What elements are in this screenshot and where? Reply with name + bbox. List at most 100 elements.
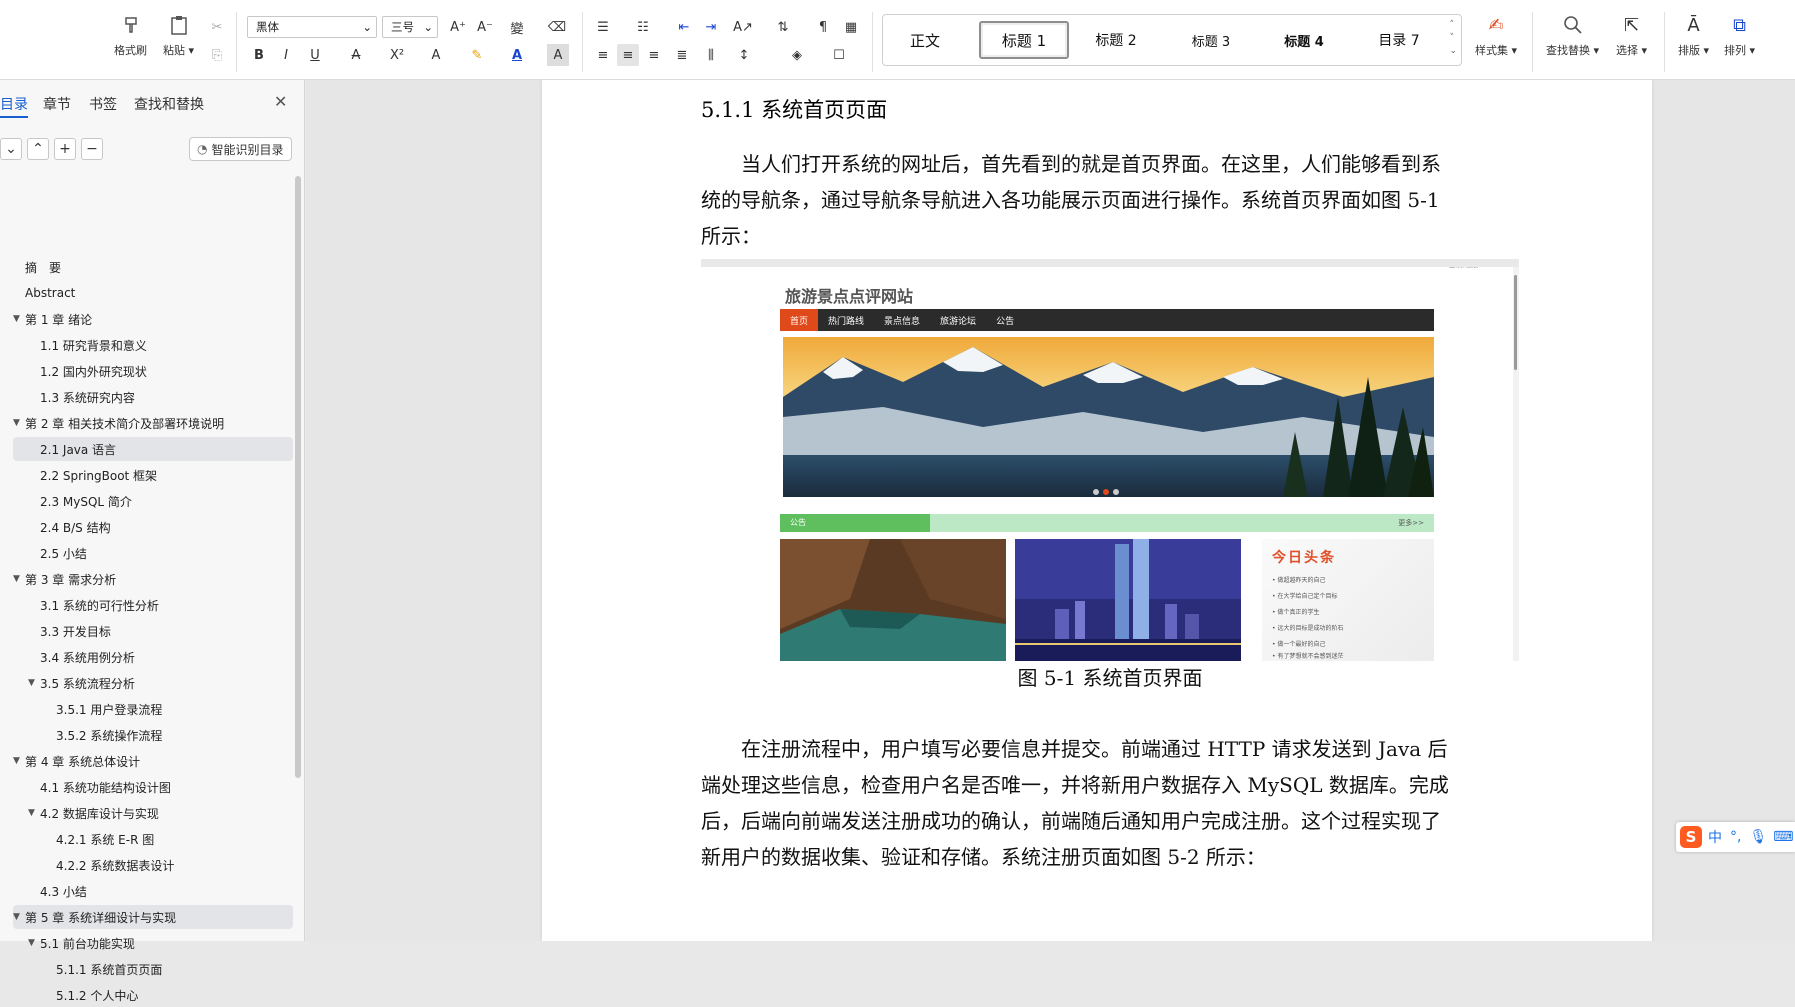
gallery-scroll-icon[interactable]: ˄ ˅ ⌄ — [1449, 19, 1457, 58]
shrink-font-icon[interactable]: A⁻ — [474, 16, 496, 38]
align-left-icon[interactable]: ≡ — [592, 44, 614, 66]
add-heading-button[interactable]: + — [54, 138, 76, 160]
toc-item[interactable]: 3.5.2 系统操作流程 — [13, 723, 293, 747]
remove-heading-button[interactable]: − — [81, 138, 103, 160]
toc-item[interactable]: 3.4 系统用例分析 — [13, 645, 293, 669]
close-icon[interactable]: ✕ — [274, 92, 287, 111]
toc-item[interactable]: ▼ 第 3 章 需求分析 — [13, 567, 293, 591]
toc-item[interactable]: Abstract — [13, 281, 293, 305]
ime-toolbar[interactable]: S 中 °, 🎙 ⌨ — [1676, 822, 1795, 852]
format-painter-button[interactable]: 格式刷 — [114, 12, 147, 58]
toc-item[interactable]: 4.2.2 系统数据表设计 — [13, 853, 293, 877]
border-icon[interactable]: ☐ — [828, 44, 850, 66]
microphone-icon[interactable]: 🎙 — [1749, 829, 1767, 845]
find-replace-button[interactable]: 查找替换 ▾ — [1546, 12, 1599, 58]
toc-item[interactable]: 1.2 国内外研究现状 — [13, 359, 293, 383]
numbered-list-icon[interactable]: ☷ — [632, 16, 654, 38]
toc-item[interactable]: 2.2 SpringBoot 框架 — [13, 463, 293, 487]
tab-sections[interactable]: 章节 — [43, 94, 71, 114]
ime-language[interactable]: 中 — [1708, 827, 1722, 847]
select-button[interactable]: ⇱ 选择 ▾ — [1616, 12, 1647, 58]
align-right-icon[interactable]: ≡ — [643, 44, 665, 66]
toc-item[interactable]: 2.5 小结 — [13, 541, 293, 565]
clear-format-icon[interactable]: ⌫ — [546, 16, 568, 38]
expand-caret-icon[interactable]: ▼ — [13, 912, 20, 922]
toc-item[interactable]: 3.5.1 用户登录流程 — [13, 697, 293, 721]
superscript-icon[interactable]: X² — [386, 44, 408, 66]
strikethrough-icon[interactable]: A — [345, 44, 367, 66]
toc-scrollbar[interactable] — [295, 176, 301, 778]
toc-item[interactable]: 4.3 小结 — [13, 879, 293, 903]
style-set-button[interactable]: ✍ 样式集 ▾ — [1475, 12, 1517, 58]
phonetic-guide-icon[interactable]: 變 — [506, 16, 528, 38]
expand-caret-icon[interactable]: ▼ — [13, 756, 20, 766]
highlighter-icon[interactable]: ✎ — [466, 44, 488, 66]
keyboard-icon[interactable]: ⌨ — [1773, 829, 1793, 845]
style-normal[interactable]: 正文 — [891, 21, 959, 59]
collapse-up-button[interactable]: ⌃ — [27, 138, 49, 160]
line-spacing-icon[interactable]: ↕ — [733, 44, 755, 66]
toc-item[interactable]: 1.1 研究背景和意义 — [13, 333, 293, 357]
expand-caret-icon[interactable]: ▼ — [13, 314, 20, 324]
style-heading-3[interactable]: 标题 3 — [1170, 21, 1252, 59]
tab-find-replace[interactable]: 查找和替换 — [134, 94, 204, 114]
justify-icon[interactable]: ≣ — [671, 44, 693, 66]
cut-icon[interactable]: ✂ — [206, 16, 228, 38]
decrease-indent-icon[interactable]: ⇤ — [673, 16, 695, 38]
underline-icon[interactable]: U — [304, 44, 326, 66]
font-size-select[interactable]: 三号 ⌄ — [382, 16, 438, 38]
text-effect-icon[interactable]: A — [425, 44, 447, 66]
distribute-icon[interactable]: ⫼ — [700, 44, 722, 66]
char-shading-icon[interactable]: A — [547, 44, 569, 66]
style-heading-1[interactable]: 标题 1 — [979, 21, 1069, 59]
font-color-icon[interactable]: A — [506, 44, 528, 66]
toc-item[interactable]: 2.4 B/S 结构 — [13, 515, 293, 539]
style-heading-4[interactable]: 标题 4 — [1263, 21, 1345, 59]
toc-item[interactable]: 4.1 系统功能结构设计图 — [13, 775, 293, 799]
bold-icon[interactable]: B — [248, 44, 270, 66]
ime-punctuation[interactable]: °, — [1730, 829, 1741, 845]
toc-item[interactable]: 3.3 开发目标 — [13, 619, 293, 643]
toc-item[interactable]: ▼ 5.1 前台功能实现 — [13, 931, 293, 955]
font-name-select[interactable]: 黑体 ⌄ — [247, 16, 377, 38]
italic-icon[interactable]: I — [275, 44, 297, 66]
toc-item[interactable]: ▼ 第 5 章 系统详细设计与实现 — [13, 905, 293, 929]
toc-item[interactable]: 摘 要 — [13, 255, 293, 279]
toc-item[interactable]: ▼ 第 1 章 绪论 — [13, 307, 293, 331]
sort-icon[interactable]: ⇅ — [772, 16, 794, 38]
toc-item[interactable]: 3.1 系统的可行性分析 — [13, 593, 293, 617]
toc-item[interactable]: 5.1.2 个人中心 — [13, 983, 293, 1007]
style-toc-7[interactable]: 目录 7 — [1358, 21, 1440, 59]
toc-item[interactable]: 2.1 Java 语言 — [13, 437, 293, 461]
expand-caret-icon[interactable]: ▼ — [28, 808, 35, 818]
expand-caret-icon[interactable]: ▼ — [13, 574, 20, 584]
paste-button[interactable]: 粘贴 ▾ — [163, 12, 194, 58]
expand-caret-icon[interactable]: ▼ — [13, 418, 20, 428]
arrange-button[interactable]: ⧉ 排列 ▾ — [1724, 12, 1755, 58]
toc-item[interactable]: 1.3 系统研究内容 — [13, 385, 293, 409]
toc-item[interactable]: ▼ 4.2 数据库设计与实现 — [13, 801, 293, 825]
bullet-list-icon[interactable]: ☰ — [592, 16, 614, 38]
show-marks-icon[interactable]: ¶ — [812, 16, 834, 38]
toc-item[interactable]: 2.3 MySQL 简介 — [13, 489, 293, 513]
toc-item[interactable]: ▼ 第 2 章 相关技术简介及部署环境说明 — [13, 411, 293, 435]
toc-item[interactable]: ▼ 3.5 系统流程分析 — [13, 671, 293, 695]
collapse-down-button[interactable]: ⌄ — [0, 138, 22, 160]
toc-item[interactable]: 4.2.1 系统 E-R 图 — [13, 827, 293, 851]
style-heading-2[interactable]: 标题 2 — [1075, 21, 1157, 59]
tab-bookmarks[interactable]: 书签 — [89, 94, 117, 114]
align-center-icon[interactable]: ≡ — [617, 44, 639, 66]
shading-icon[interactable]: ◈ — [786, 44, 808, 66]
smart-toc-button[interactable]: ◔ 智能识别目录 — [189, 137, 292, 161]
toc-item[interactable]: ▼ 第 4 章 系统总体设计 — [13, 749, 293, 773]
increase-indent-icon[interactable]: ⇥ — [700, 16, 722, 38]
copy-icon[interactable]: ⎘ — [206, 44, 228, 66]
expand-caret-icon[interactable]: ▼ — [28, 678, 35, 688]
text-direction-icon[interactable]: A↗ — [732, 16, 754, 38]
layout-button[interactable]: Ā 排版 ▾ — [1678, 12, 1709, 58]
grow-font-icon[interactable]: A⁺ — [447, 16, 469, 38]
toc-item[interactable]: 5.1.1 系统首页页面 — [13, 957, 293, 981]
tab-toc[interactable]: 目录 — [0, 94, 28, 118]
table-tools-icon[interactable]: ▦ — [840, 16, 862, 38]
expand-caret-icon[interactable]: ▼ — [28, 938, 35, 948]
